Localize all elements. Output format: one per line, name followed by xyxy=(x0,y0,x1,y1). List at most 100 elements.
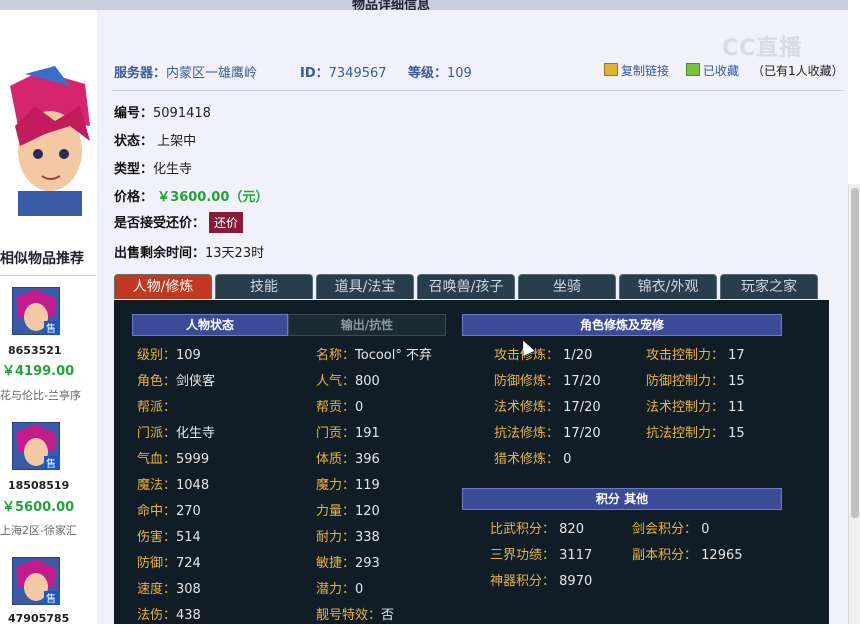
score-merit: 三界功绩： 3117 xyxy=(490,544,592,563)
price-label: 价格： xyxy=(114,190,154,205)
stat-label: 魔力： xyxy=(316,478,356,493)
stat-label: 剑会积分： xyxy=(632,522,698,537)
stat-value: 120 xyxy=(355,504,380,519)
similar-item-thumbnail[interactable]: 售 xyxy=(12,287,60,335)
tab-pets[interactable]: 召唤兽/孩子 xyxy=(417,274,515,299)
stat-magic-damage: 法伤：438 xyxy=(137,604,201,623)
favorite-button[interactable]: 已收藏 xyxy=(686,62,739,79)
stat-label: 法术修炼： xyxy=(494,400,560,415)
stat-value: 15 xyxy=(728,374,745,389)
stat-role: 角色：剑侠客 xyxy=(137,370,215,389)
similar-item-server: 花与伦比-兰亭序 xyxy=(0,389,81,402)
stat-value: 396 xyxy=(355,452,380,467)
stat-label: 体质： xyxy=(316,452,356,467)
haggle-row: 是否接受还价： 还价 xyxy=(114,212,244,233)
status-label: 状态： xyxy=(114,134,154,149)
stat-value: 119 xyxy=(355,478,380,493)
id-value: 7349567 xyxy=(328,66,387,81)
similar-item-id[interactable]: 47905785 xyxy=(8,612,69,625)
tab-character[interactable]: 人物/修炼 xyxy=(114,274,212,299)
copy-link-icon xyxy=(604,63,618,76)
stat-value: 0 xyxy=(563,452,572,467)
stat-value: 338 xyxy=(355,530,380,545)
divider xyxy=(0,275,96,276)
score-dungeon: 副本积分： 12965 xyxy=(632,544,743,563)
server-value: 内蒙区一雄鹰岭 xyxy=(166,66,258,81)
stat-constitution: 体质：396 xyxy=(316,448,380,467)
stat-value: 否 xyxy=(381,608,395,623)
stat-school: 门派：化生寺 xyxy=(137,422,215,441)
stat-value: 11 xyxy=(728,400,745,415)
stat-popularity: 人气：800 xyxy=(316,370,380,389)
stat-label: 攻击控制力： xyxy=(646,348,725,363)
tab-items[interactable]: 道具/法宝 xyxy=(316,274,414,299)
stat-label: 速度： xyxy=(137,582,177,597)
stat-label: 抗法控制力： xyxy=(646,426,725,441)
stat-value: 800 xyxy=(355,374,380,389)
similar-item-thumbnail[interactable]: 售 xyxy=(12,422,60,470)
similar-item-price: ￥4199.00 xyxy=(2,364,75,379)
stat-agility: 敏捷：293 xyxy=(316,552,380,571)
cultivation-attack: 攻击修炼： 1/20 xyxy=(494,344,592,363)
sale-badge: 售 xyxy=(46,322,56,335)
favorite-count: （已有1人收藏） xyxy=(752,64,844,78)
stat-value: 270 xyxy=(176,504,201,519)
stat-label: 魔法： xyxy=(137,478,177,493)
stat-label: 力量： xyxy=(316,504,356,519)
similar-item-id[interactable]: 8653521 xyxy=(8,344,62,357)
tab-outfits[interactable]: 锦衣/外观 xyxy=(619,274,717,299)
stat-label: 比武积分： xyxy=(490,522,556,537)
stat-label: 法术控制力： xyxy=(646,400,725,415)
stat-endurance: 耐力：338 xyxy=(316,526,380,545)
stat-value: 293 xyxy=(355,556,380,571)
stat-label: 防御： xyxy=(137,556,177,571)
serial-label: 编号： xyxy=(114,106,154,121)
serial-row: 编号：5091418 xyxy=(114,102,211,121)
favorite-icon xyxy=(686,63,700,76)
stat-label: 门贡： xyxy=(316,426,356,441)
score-arena: 比武积分： 820 xyxy=(490,518,584,537)
cultivation-header: 角色修炼及宠修 xyxy=(462,314,782,336)
stat-label: 神器积分： xyxy=(490,574,556,589)
stat-guild-contribution: 帮贡：0 xyxy=(316,396,363,415)
cultivation-defense: 防御修炼： 17/20 xyxy=(494,370,601,389)
stat-value: 17/20 xyxy=(563,374,601,389)
serial-value: 5091418 xyxy=(153,106,211,121)
level-info: 等级：109 xyxy=(408,62,472,81)
stat-value: 17/20 xyxy=(563,426,601,441)
stat-label: 帮派： xyxy=(137,400,177,415)
tab-character-status[interactable]: 人物状态 xyxy=(132,314,288,336)
stat-value: 724 xyxy=(176,556,201,571)
page-scrollbar[interactable] xyxy=(848,184,860,624)
similar-item-thumbnail[interactable]: 售 xyxy=(12,557,60,605)
level-value: 109 xyxy=(447,66,472,81)
stat-name: 名称：Tocool° 不弃 xyxy=(316,344,432,363)
favorite-label: 已收藏 xyxy=(703,64,740,78)
tab-skills[interactable]: 技能 xyxy=(215,274,313,299)
stat-label: 猎术修炼： xyxy=(494,452,560,467)
stat-hp: 气血：5999 xyxy=(137,448,209,467)
stat-value: 1/20 xyxy=(563,348,593,363)
copy-link-button[interactable]: 复制链接 xyxy=(604,62,669,79)
control-magic: 法术控制力： 11 xyxy=(646,396,745,415)
haggle-button[interactable]: 还价 xyxy=(209,212,244,233)
tab-mounts[interactable]: 坐骑 xyxy=(518,274,616,299)
stat-label: 防御修炼： xyxy=(494,374,560,389)
score-artifact: 神器积分： 8970 xyxy=(490,570,592,589)
similar-items-sidebar: 相似物品推荐 售 8653521 ￥4199.00 花与伦比-兰亭序 售 185… xyxy=(0,10,98,625)
stat-label: 抗法修炼： xyxy=(494,426,560,441)
tab-output-resist[interactable]: 输出/抗性 xyxy=(288,314,446,336)
control-attack: 攻击控制力： 17 xyxy=(646,344,745,363)
remaining-value: 13天23时 xyxy=(205,246,265,261)
price-row: 价格： ￥3600.00（元） xyxy=(114,186,268,205)
stat-label: 三界功绩： xyxy=(490,548,556,563)
stat-defense: 防御：724 xyxy=(137,552,201,571)
sale-badge: 售 xyxy=(46,457,56,470)
scrollbar-thumb[interactable] xyxy=(851,188,859,518)
stat-strength: 力量：120 xyxy=(316,500,380,519)
remaining-label: 出售剩余时间： xyxy=(114,246,206,261)
id-info: ID：7349567 xyxy=(300,62,387,81)
stat-value: 12965 xyxy=(701,548,743,563)
similar-item-id[interactable]: 18508519 xyxy=(8,479,69,492)
tab-home[interactable]: 玩家之家 xyxy=(720,274,818,299)
